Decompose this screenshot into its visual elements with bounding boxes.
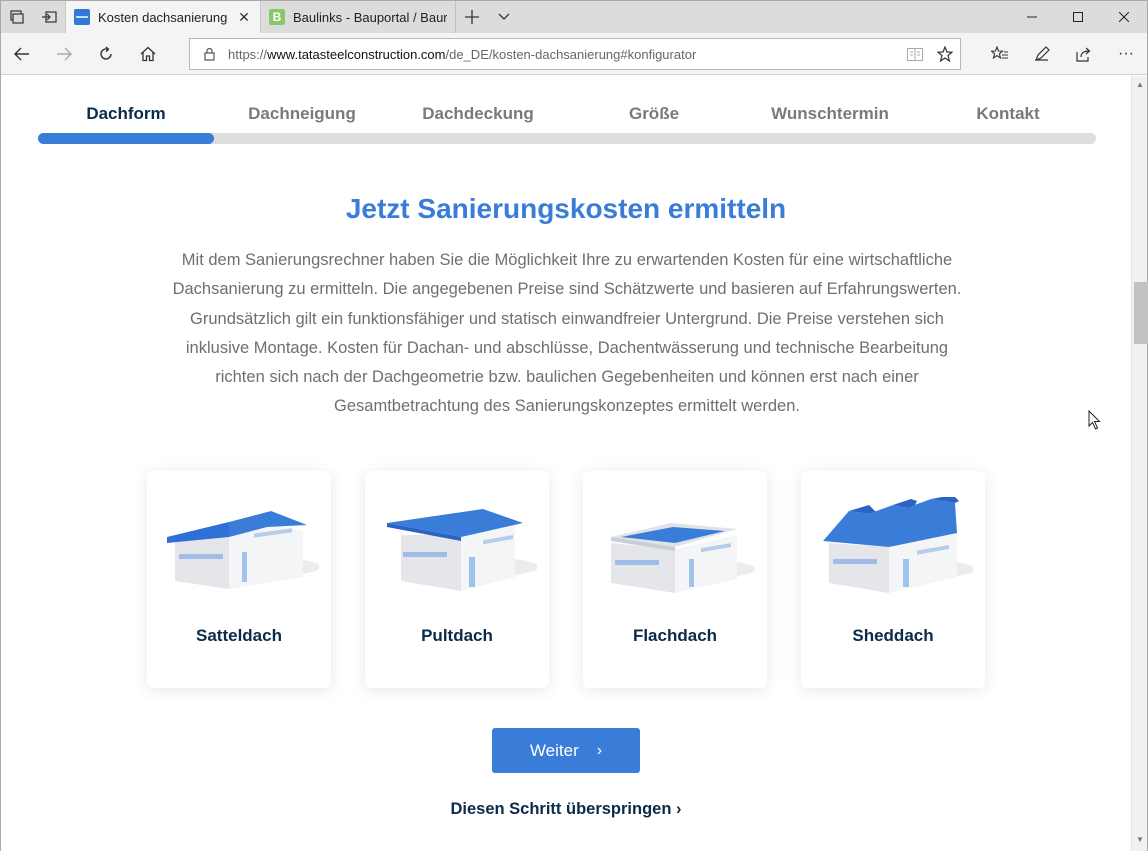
- lock-icon[interactable]: [190, 47, 228, 61]
- tab-preview-chevron-down-icon[interactable]: [488, 1, 520, 33]
- close-window-icon[interactable]: [1101, 1, 1147, 33]
- browser-toolbar: https://www.tatasteelconstruction.com/de…: [1, 33, 1147, 75]
- set-aside-tabs-icon[interactable]: [33, 1, 65, 33]
- roof-option-pultdach[interactable]: Pultdach: [365, 471, 549, 688]
- close-tab-icon[interactable]: ✕: [236, 9, 252, 26]
- roof-option-label: Flachdach: [632, 626, 718, 645]
- favorites-hub-icon[interactable]: [979, 33, 1021, 75]
- page-title: Jetzt Sanierungskosten ermitteln: [345, 193, 787, 224]
- tab-kosten-dachsanierung[interactable]: Kosten dachsanierung ✕: [65, 1, 261, 33]
- tab-strip: Kosten dachsanierung ✕ B Baulinks - Baup…: [1, 1, 1147, 33]
- home-icon[interactable]: [127, 33, 169, 75]
- tab-title: Kosten dachsanierung: [98, 9, 228, 25]
- tab-title: Baulinks - Bauportal / Baum: [293, 9, 447, 25]
- roof-option-label: Sheddach: [852, 626, 934, 645]
- roof-option-satteldach[interactable]: Satteldach: [147, 471, 331, 688]
- forward-arrow-icon[interactable]: [43, 33, 85, 75]
- page-viewport: Dachform Dachneigung Dachdeckung Größe W…: [1, 76, 1131, 851]
- baulinks-favicon-icon: B: [269, 9, 285, 25]
- roof-option-sheddach[interactable]: Sheddach: [801, 471, 985, 688]
- step-wunschtermin[interactable]: Wunschtermin: [742, 104, 918, 124]
- step-navigation: Dachform Dachneigung Dachdeckung Größe W…: [38, 104, 1096, 124]
- scrollbar-thumb[interactable]: [1134, 282, 1148, 344]
- step-dachdeckung[interactable]: Dachdeckung: [390, 104, 566, 124]
- step-dachform[interactable]: Dachform: [38, 104, 214, 124]
- chevron-right-icon: ›: [596, 741, 603, 759]
- weiter-button-label: Weiter: [529, 740, 579, 760]
- weiter-button[interactable]: Weiter ›: [492, 728, 640, 773]
- step-dachneigung[interactable]: Dachneigung: [214, 104, 390, 124]
- tata-steel-favicon-icon: [74, 9, 90, 25]
- mouse-pointer-icon: [1088, 410, 1101, 430]
- url-prefix: https://: [228, 46, 268, 62]
- browser-window: Kosten dachsanierung ✕ B Baulinks - Baup…: [0, 0, 1148, 851]
- roof-option-label: Pultdach: [421, 626, 493, 645]
- pen-notes-icon[interactable]: [1021, 33, 1063, 75]
- reading-view-icon[interactable]: [900, 47, 930, 61]
- progress-fill: [38, 133, 215, 144]
- refresh-icon[interactable]: [85, 33, 127, 75]
- scroll-down-arrow-icon[interactable]: ▼: [1132, 833, 1148, 847]
- tab-actions-icon[interactable]: [1, 1, 33, 33]
- url-host: www.tatasteelconstruction.com: [267, 46, 446, 62]
- scroll-up-arrow-icon[interactable]: ▲: [1132, 78, 1148, 92]
- url-text[interactable]: https://www.tatasteelconstruction.com/de…: [228, 47, 900, 62]
- url-path: /de_DE/kosten-dachsanierung#konfigurator: [445, 46, 697, 62]
- step-groesse[interactable]: Größe: [566, 104, 742, 124]
- gable-roof-building-icon: [167, 511, 319, 589]
- mono-pitch-roof-building-icon: [387, 509, 537, 591]
- tab-baulinks[interactable]: B Baulinks - Bauportal / Baum: [261, 1, 456, 33]
- skip-step-link[interactable]: Diesen Schritt überspringen ›: [1, 800, 1131, 819]
- sawtooth-roof-building-icon: [823, 497, 973, 593]
- roof-option-flachdach[interactable]: Flachdach: [583, 471, 767, 688]
- back-arrow-icon[interactable]: [1, 33, 43, 75]
- new-tab-icon[interactable]: [456, 1, 488, 33]
- more-menu-icon[interactable]: ···: [1105, 33, 1147, 75]
- progress-track: [38, 133, 1096, 144]
- roof-option-label: Satteldach: [196, 626, 282, 645]
- share-icon[interactable]: [1063, 33, 1105, 75]
- favorite-star-icon[interactable]: [930, 46, 960, 62]
- step-kontakt[interactable]: Kontakt: [920, 104, 1096, 124]
- flat-roof-building-icon: [611, 523, 755, 593]
- intro-text: Mit dem Sanierungsrechner haben Sie die …: [172, 251, 962, 416]
- address-bar[interactable]: https://www.tatasteelconstruction.com/de…: [189, 38, 961, 70]
- minimize-icon[interactable]: [1009, 1, 1055, 33]
- maximize-icon[interactable]: [1055, 1, 1101, 33]
- vertical-scrollbar[interactable]: ▲ ▼: [1131, 76, 1148, 851]
